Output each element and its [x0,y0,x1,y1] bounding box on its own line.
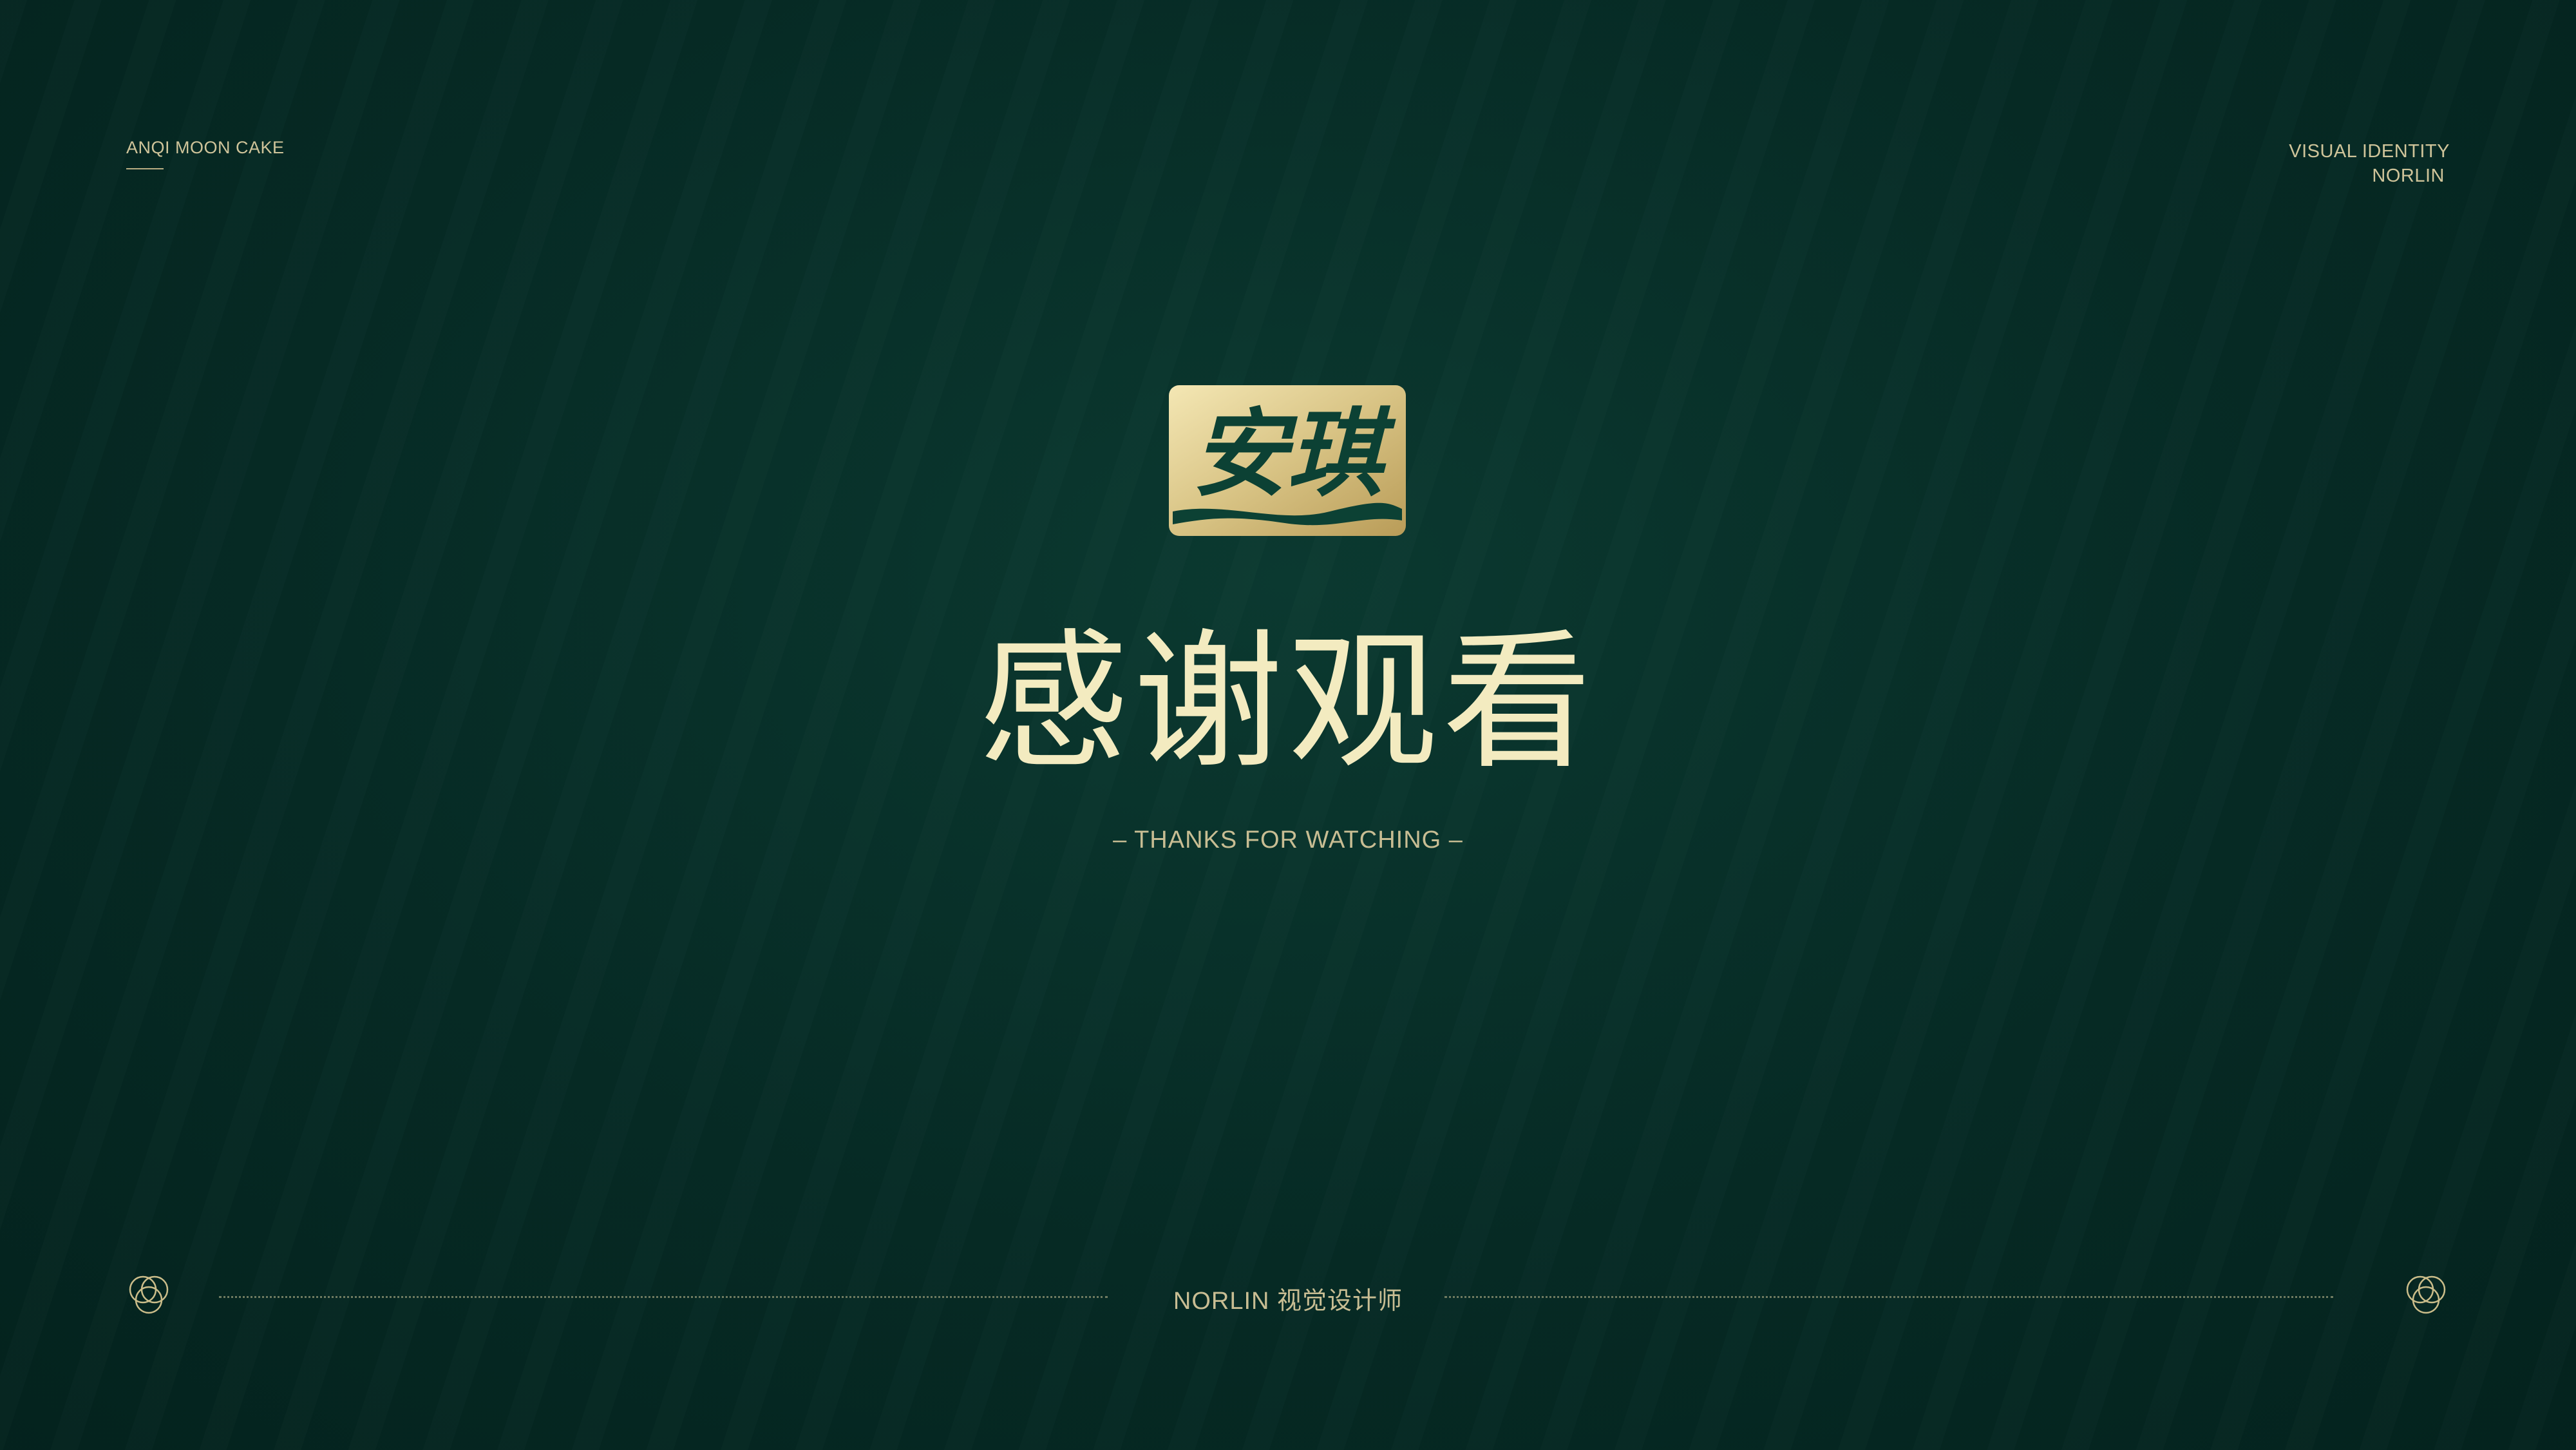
rings-icon [2401,1270,2451,1321]
footer-credit: NORLIN 视觉设计师 [1173,1288,1403,1315]
header-right: VISUAL IDENTITY NORLIN [2289,139,2450,188]
header-left: ANQI MOON CAKE [126,138,285,169]
header-right-line1: VISUAL IDENTITY [2289,141,2450,162]
anqi-logo-icon: 安琪 [1169,385,1406,536]
header-right-line2: NORLIN [2372,166,2445,186]
footer-divider-right [1444,1296,2333,1298]
thanks-subtitle: – THANKS FOR WATCHING – [1113,826,1463,854]
brand-label: ANQI MOON CAKE [126,138,285,157]
svg-text:安琪: 安琪 [1192,397,1396,510]
thanks-title: 感谢观看 [978,615,1597,789]
brand-underline [126,168,164,169]
